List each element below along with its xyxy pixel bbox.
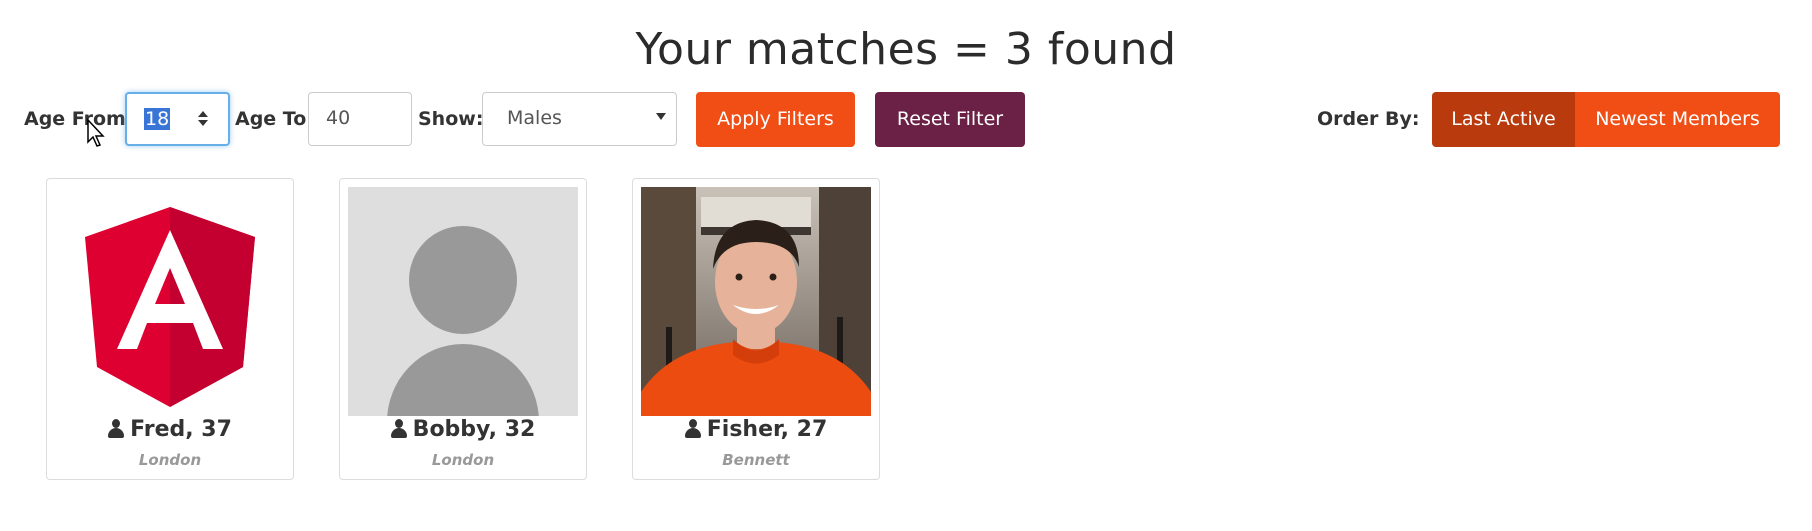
page-title: Your matches = 3 found	[635, 24, 1177, 75]
age-from-label: Age From	[24, 108, 126, 130]
mouse-cursor-icon	[87, 118, 105, 147]
user-icon	[390, 419, 407, 438]
member-photo[interactable]	[348, 187, 578, 416]
member-city: London	[431, 451, 495, 469]
member-name: Fred, 37	[47, 417, 293, 442]
reset-filter-button[interactable]: Reset Filter	[875, 92, 1025, 147]
member-city: Bennett	[722, 451, 790, 469]
member-card[interactable]: Bobby, 32 London	[339, 178, 587, 480]
gender-select[interactable]: Males	[482, 92, 677, 146]
show-label: Show:	[418, 108, 484, 130]
age-from-value: 18	[144, 108, 171, 130]
member-name: Fisher, 27	[633, 417, 879, 442]
order-last-active-button[interactable]: Last Active	[1432, 92, 1575, 147]
filter-form: Age From 18 Age To 40 Show: Males Apply …	[0, 92, 1812, 148]
member-photo[interactable]	[641, 187, 871, 416]
age-to-label: Age To	[235, 108, 307, 130]
default-avatar-icon	[387, 226, 539, 416]
order-by-label: Order By:	[1317, 108, 1420, 130]
user-icon	[684, 419, 701, 438]
age-from-input[interactable]: 18	[125, 92, 230, 146]
gender-select-value: Males	[507, 107, 562, 129]
spinner-icon[interactable]	[196, 109, 210, 131]
member-name: Bobby, 32	[340, 417, 586, 442]
user-icon	[108, 419, 125, 438]
member-photo[interactable]	[55, 187, 285, 416]
age-to-value: 40	[326, 107, 351, 129]
member-card[interactable]: Fisher, 27 Bennett	[632, 178, 880, 480]
age-to-input[interactable]: 40	[308, 92, 412, 146]
order-newest-members-button[interactable]: Newest Members	[1575, 92, 1780, 147]
dropdown-caret-icon	[656, 113, 666, 120]
angular-logo-icon	[85, 207, 255, 407]
man-photo-icon	[641, 187, 871, 416]
member-city: London	[138, 451, 202, 469]
apply-filters-button[interactable]: Apply Filters	[696, 92, 855, 147]
member-card[interactable]: Fred, 37 London	[46, 178, 294, 480]
